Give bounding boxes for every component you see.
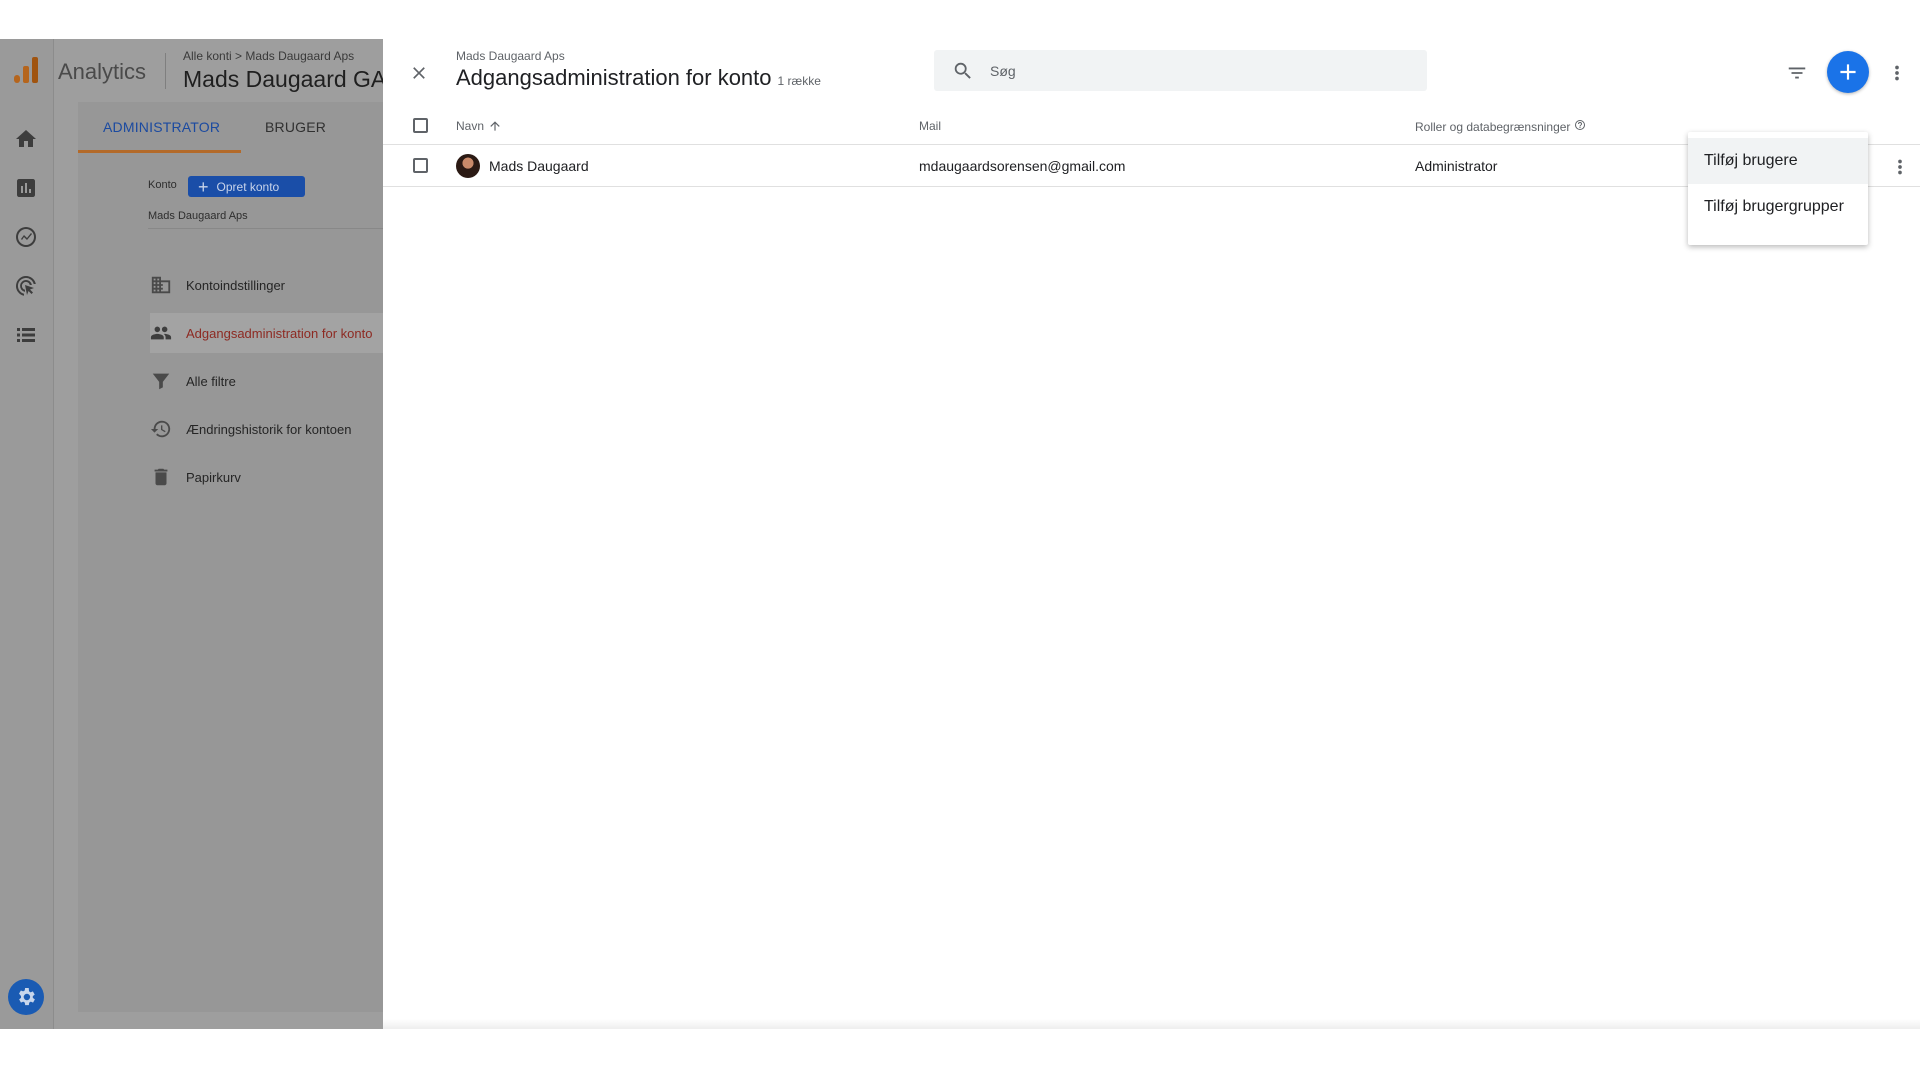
column-header-label: Navn — [456, 119, 485, 133]
row-more-button[interactable] — [1888, 155, 1912, 179]
reports-icon[interactable] — [14, 176, 38, 200]
row-checkbox[interactable] — [413, 158, 428, 173]
column-header-label: Roller og databegrænsninger — [1415, 119, 1571, 134]
filter-button[interactable] — [1783, 59, 1811, 87]
menu-item-label: Ændringshistorik for kontoen — [186, 421, 352, 437]
page-title-text: Adgangsadministration for konto — [456, 65, 772, 90]
plus-icon — [1840, 64, 1856, 80]
building-icon — [151, 276, 171, 294]
account-name: Mads Daugaard Aps — [148, 210, 248, 222]
more-vert-icon — [1895, 65, 1899, 81]
breadcrumb-separator: > — [235, 49, 243, 63]
column-header-mail[interactable]: Mail — [919, 119, 941, 133]
admin-panel — [78, 102, 398, 1012]
app-name[interactable]: Analytics — [58, 59, 146, 85]
filter-icon — [152, 373, 170, 390]
filter-list-icon — [1788, 67, 1806, 79]
advertising-icon[interactable] — [14, 274, 38, 298]
menu-item-access-management[interactable]: Adgangsadministration for konto — [150, 313, 400, 353]
menu-item-label: Alle filtre — [186, 373, 236, 389]
divider — [148, 228, 398, 229]
analytics-logo-icon — [14, 57, 38, 83]
user-email: mdaugaardsorensen@gmail.com — [919, 158, 1126, 174]
explore-icon[interactable] — [14, 225, 38, 249]
close-button[interactable] — [405, 59, 433, 87]
tab-administrator[interactable]: ADMINISTRATOR — [103, 119, 220, 135]
plus-icon: + — [198, 176, 209, 197]
tab-user[interactable]: BRUGER — [265, 119, 326, 135]
column-header-label: Mail — [919, 119, 942, 133]
arrow-up-icon — [490, 121, 500, 131]
menu-item-all-filters[interactable]: Alle filtre — [150, 361, 400, 401]
menu-add-users[interactable]: Tilføj brugere — [1688, 138, 1868, 184]
menu-item-label: Adgangsadministration for konto — [186, 325, 373, 341]
menu-item-change-history[interactable]: Ændringshistorik for kontoen — [150, 409, 400, 449]
more-vert-icon — [1898, 159, 1902, 175]
page-title: Adgangsadministration for konto 1 række — [456, 65, 821, 91]
gear-icon[interactable] — [8, 979, 44, 1015]
menu-item-label: Papirkurv — [186, 469, 241, 485]
account-selector[interactable]: Mads Daugaard GA — [183, 66, 386, 93]
active-tab-indicator — [78, 150, 241, 153]
add-button[interactable] — [1827, 51, 1869, 93]
breadcrumb[interactable]: Alle konti > Mads Daugaard Aps — [183, 49, 354, 63]
column-header-roles[interactable]: Roller og databegrænsninger — [1415, 119, 1586, 134]
avatar — [456, 154, 480, 178]
search-bar[interactable] — [934, 50, 1427, 91]
trash-icon — [154, 468, 168, 486]
sheet-account-name: Mads Daugaard Aps — [456, 49, 565, 63]
user-name: Mads Daugaard — [489, 158, 589, 174]
column-header-name[interactable]: Navn — [456, 119, 502, 133]
help-icon[interactable] — [1574, 119, 1586, 134]
close-icon — [413, 67, 425, 79]
create-account-button[interactable]: + Opret konto — [188, 176, 305, 197]
add-dropdown-menu: Tilføj brugere Tilføj brugergrupper — [1688, 132, 1868, 245]
menu-item-label: Kontoindstillinger — [186, 277, 286, 293]
menu-item-account-settings[interactable]: Kontoindstillinger — [150, 265, 400, 305]
list-icon[interactable] — [14, 323, 38, 347]
create-account-label: Opret konto — [216, 179, 280, 194]
menu-add-user-groups[interactable]: Tilføj brugergrupper — [1688, 184, 1868, 230]
select-all-checkbox[interactable] — [413, 118, 428, 133]
search-icon — [954, 62, 971, 79]
home-icon[interactable] — [14, 127, 38, 151]
app-viewport: Analytics Alle konti > Mads Daugaard Aps… — [0, 39, 1920, 1029]
row-count: 1 række — [777, 74, 821, 88]
header-divider — [165, 53, 166, 89]
account-section-label: Konto — [148, 179, 177, 191]
menu-item-trash[interactable]: Papirkurv — [150, 457, 400, 497]
user-role: Administrator — [1415, 158, 1498, 174]
history-icon — [150, 420, 171, 438]
breadcrumb-account[interactable]: Mads Daugaard Aps — [245, 49, 354, 63]
sheet-bottom-shadow — [383, 1019, 1920, 1029]
breadcrumb-root[interactable]: Alle konti — [183, 49, 232, 63]
people-icon — [150, 326, 172, 340]
search-input[interactable] — [990, 62, 1390, 79]
nav-rail — [0, 39, 54, 1029]
more-options-button[interactable] — [1883, 59, 1911, 87]
